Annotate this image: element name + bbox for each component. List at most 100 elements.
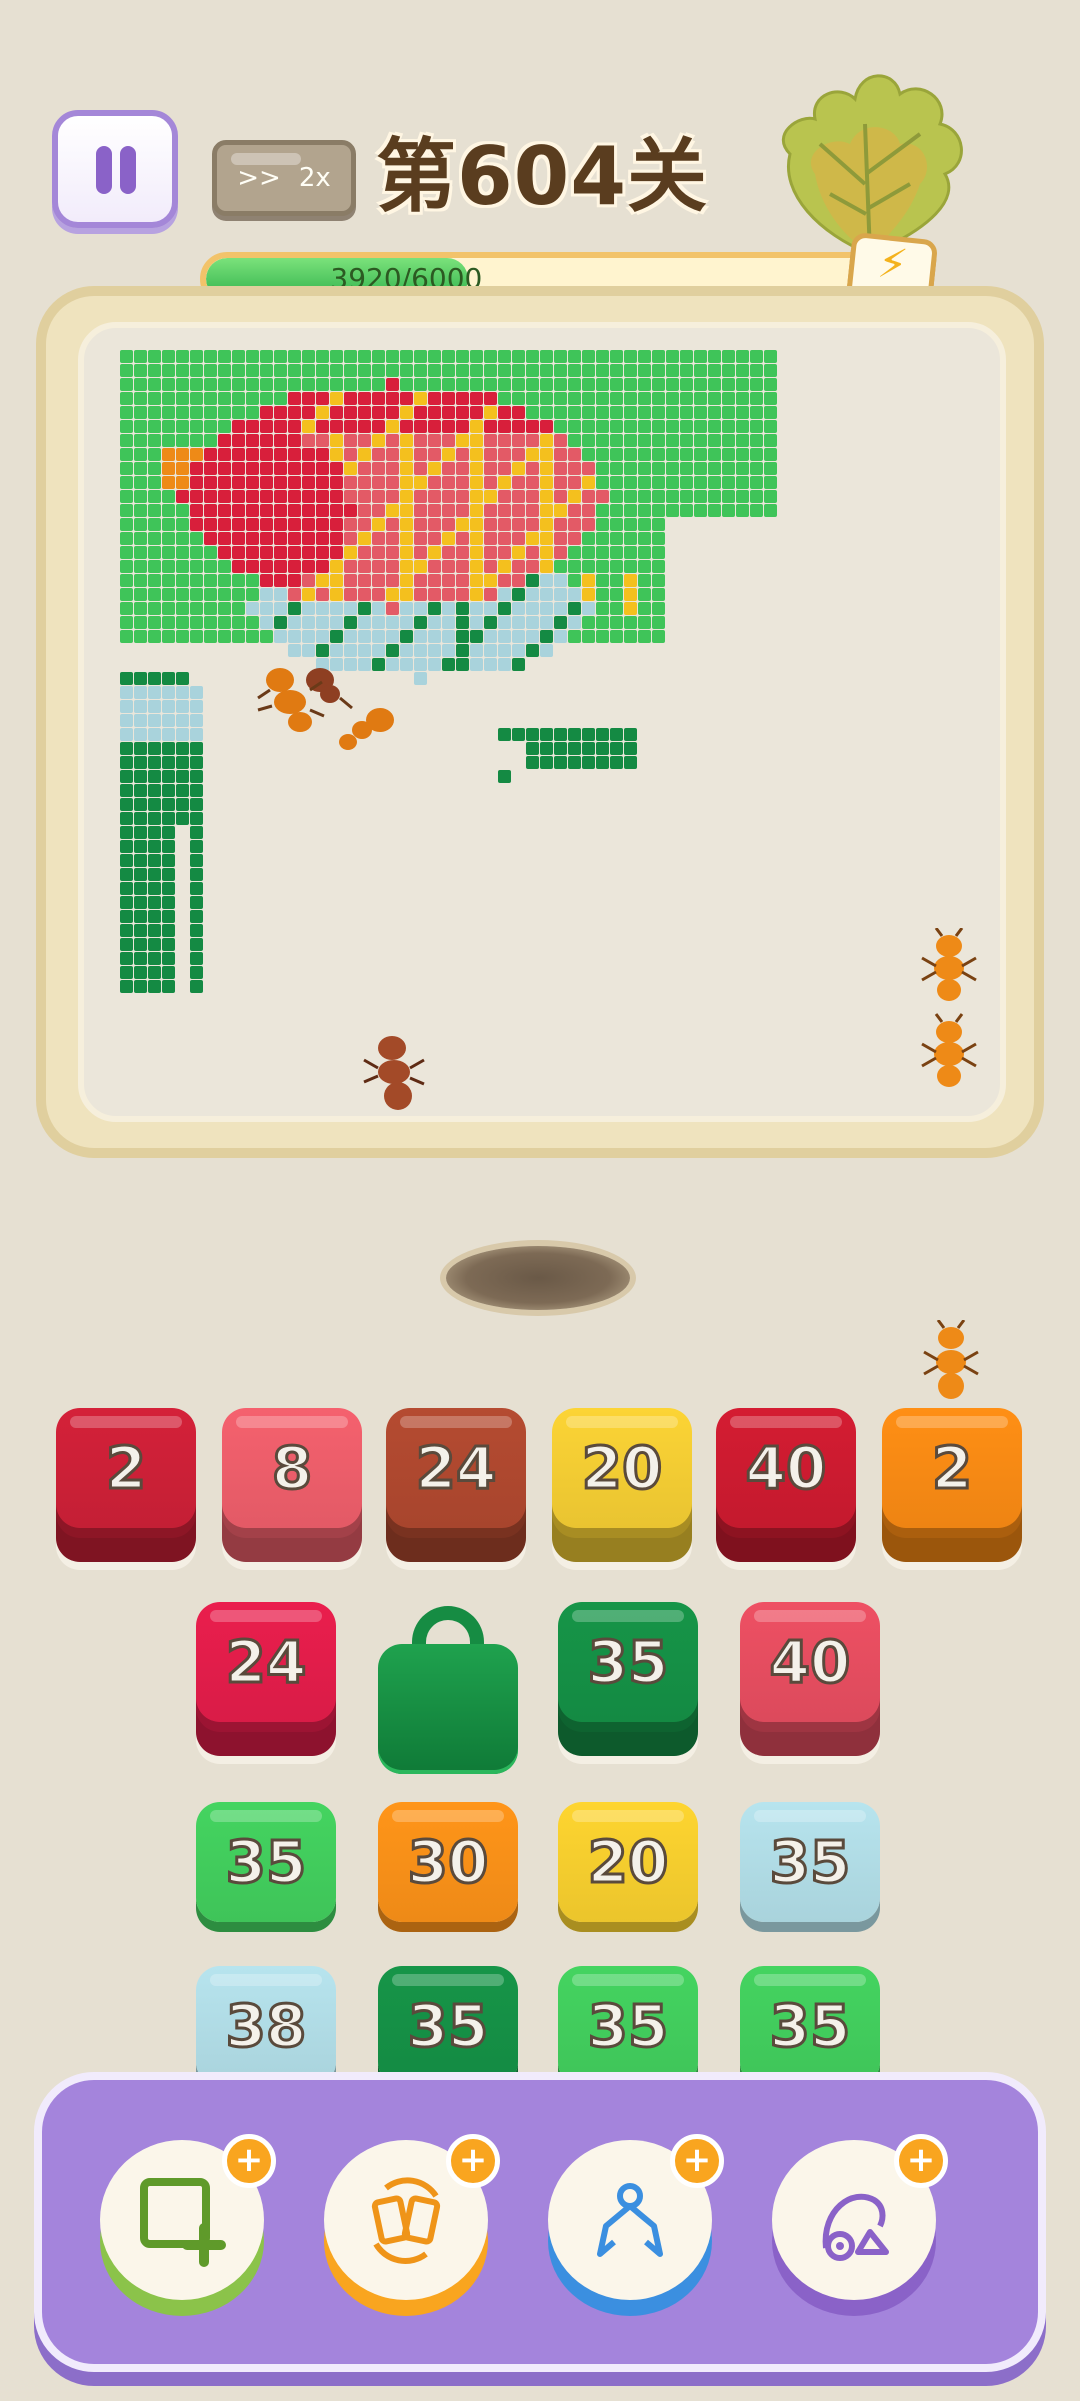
- number-tile[interactable]: 35: [558, 1602, 698, 1722]
- pixel-cell: [512, 518, 525, 531]
- number-tile[interactable]: 35: [196, 1802, 336, 1922]
- pixel-cell: [190, 686, 203, 699]
- pixel-cell: [638, 616, 651, 629]
- pixel-cell: [764, 490, 777, 503]
- number-tile[interactable]: 40: [740, 1602, 880, 1722]
- pixel-cell: [428, 532, 441, 545]
- add-booster-plus-icon[interactable]: +: [446, 2134, 500, 2188]
- pixel-cell: [414, 630, 427, 643]
- add-booster-plus-icon[interactable]: +: [670, 2134, 724, 2188]
- pixel-cell: [428, 630, 441, 643]
- pixel-cell: [218, 546, 231, 559]
- pixel-cell: [316, 602, 329, 615]
- pixel-cell: [386, 546, 399, 559]
- pixel-cell: [526, 350, 539, 363]
- pixel-cell: [442, 476, 455, 489]
- number-tile[interactable]: 20: [552, 1408, 692, 1528]
- pixel-cell: [456, 658, 469, 671]
- pixel-cell: [204, 630, 217, 643]
- pixel-cell: [596, 448, 609, 461]
- pixel-cell: [582, 728, 595, 741]
- pixel-cell: [190, 616, 203, 629]
- ant-icon: [923, 1320, 979, 1399]
- pixel-cell: [568, 574, 581, 587]
- number-tile[interactable]: 35: [740, 1966, 880, 2086]
- pixel-cell: [134, 882, 147, 895]
- pixel-cell: [260, 560, 273, 573]
- pixel-cell: [554, 378, 567, 391]
- pixel-cell: [680, 476, 693, 489]
- pixel-cell: [218, 504, 231, 517]
- number-tile[interactable]: 20: [558, 1802, 698, 1922]
- pixel-cell: [526, 406, 539, 419]
- pause-button[interactable]: [52, 110, 178, 228]
- number-tile[interactable]: 2: [882, 1408, 1022, 1528]
- pixel-cell: [218, 392, 231, 405]
- pixel-cell: [456, 644, 469, 657]
- pixel-cell: [302, 350, 315, 363]
- pixel-cell: [582, 504, 595, 517]
- number-tile[interactable]: 2: [56, 1408, 196, 1528]
- pixel-cell: [176, 770, 189, 783]
- pixel-cell: [750, 350, 763, 363]
- number-tile[interactable]: 38: [196, 1966, 336, 2086]
- add-slot-button[interactable]: +: [100, 2134, 276, 2316]
- pixel-cell: [470, 504, 483, 517]
- number-tile[interactable]: 24: [196, 1602, 336, 1722]
- pixel-cell: [456, 350, 469, 363]
- pixel-cell: [582, 546, 595, 559]
- number-tile[interactable]: 30: [378, 1802, 518, 1922]
- pixel-cell: [120, 868, 133, 881]
- pixel-cell: [484, 644, 497, 657]
- number-tile[interactable]: 40: [716, 1408, 856, 1528]
- pixel-cell: [148, 420, 161, 433]
- pixel-cell: [568, 490, 581, 503]
- pixel-cell: [134, 868, 147, 881]
- pixel-cell: [638, 546, 651, 559]
- pixel-cell: [134, 364, 147, 377]
- pixel-cell: [148, 546, 161, 559]
- add-booster-plus-icon[interactable]: +: [222, 2134, 276, 2188]
- pixel-cell: [582, 518, 595, 531]
- pixel-cell: [190, 952, 203, 965]
- pixel-cell: [736, 434, 749, 447]
- vacuum-button[interactable]: +: [772, 2134, 948, 2316]
- pixel-cell: [232, 602, 245, 615]
- number-tile[interactable]: 35: [740, 1802, 880, 1922]
- pixel-cell: [400, 378, 413, 391]
- number-tile[interactable]: 35: [378, 1966, 518, 2086]
- speed-toggle-button[interactable]: >> 2x: [212, 140, 356, 216]
- pixel-cell: [498, 588, 511, 601]
- pixel-cell: [330, 532, 343, 545]
- claw-button[interactable]: +: [548, 2134, 724, 2316]
- pixel-cell: [428, 518, 441, 531]
- pixel-cell: [484, 392, 497, 405]
- pixel-cell: [498, 392, 511, 405]
- pixel-cell: [190, 924, 203, 937]
- shuffle-button[interactable]: +: [324, 2134, 500, 2316]
- pixel-cell: [162, 630, 175, 643]
- pixel-cell: [750, 364, 763, 377]
- pixel-cell: [736, 448, 749, 461]
- pixel-cell: [176, 588, 189, 601]
- pixel-cell: [736, 378, 749, 391]
- pixel-cell: [638, 490, 651, 503]
- pixel-cell: [134, 588, 147, 601]
- pixel-cell: [694, 490, 707, 503]
- pixel-cell: [512, 728, 525, 741]
- pause-icon: [96, 146, 112, 194]
- pixel-cell: [498, 504, 511, 517]
- number-tile[interactable]: 35: [558, 1966, 698, 2086]
- pixel-cell: [344, 378, 357, 391]
- pixel-cell: [386, 462, 399, 475]
- pixel-cell: [610, 448, 623, 461]
- number-tile[interactable]: 24: [386, 1408, 526, 1528]
- pixel-cell: [148, 672, 161, 685]
- pixel-cell: [736, 420, 749, 433]
- pixel-cell: [400, 616, 413, 629]
- pixel-cell: [120, 350, 133, 363]
- pixel-cell: [456, 616, 469, 629]
- add-booster-plus-icon[interactable]: +: [894, 2134, 948, 2188]
- number-tile[interactable]: 8: [222, 1408, 362, 1528]
- pixel-cell: [540, 742, 553, 755]
